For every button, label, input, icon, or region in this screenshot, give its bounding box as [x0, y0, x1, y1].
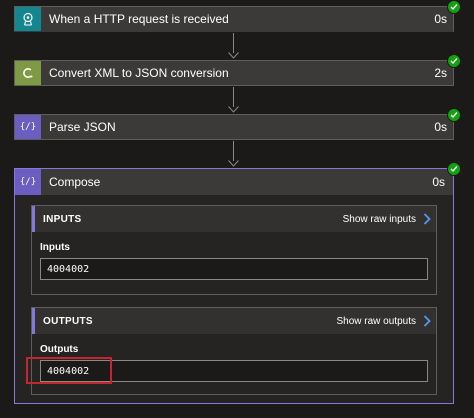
step-title: Convert XML to JSON conversion — [49, 66, 229, 80]
success-check-icon — [447, 108, 461, 122]
braces-icon: {/} — [15, 169, 41, 195]
braces-icon: {/} — [15, 115, 41, 139]
outputs-section: OUTPUTS Show raw outputs Outputs 4004002 — [31, 307, 437, 395]
step-title: Parse JSON — [49, 120, 116, 134]
success-check-icon — [447, 162, 461, 176]
step-title: Compose — [49, 175, 101, 189]
show-raw-outputs-label: Show raw outputs — [336, 315, 417, 327]
outputs-section-title: OUTPUTS — [43, 315, 93, 327]
step-convert-xml[interactable]: Convert XML to JSON conversion 2s — [14, 60, 454, 86]
outputs-value-field[interactable]: 4004002 — [40, 360, 428, 382]
show-raw-outputs-link[interactable]: Show raw outputs — [337, 315, 437, 327]
chevron-right-icon — [423, 315, 431, 327]
step-title: When a HTTP request is received — [49, 12, 229, 26]
show-raw-inputs-link[interactable]: Show raw inputs — [343, 213, 436, 225]
connector-line — [233, 87, 234, 107]
outputs-field-label: Outputs — [40, 344, 79, 355]
success-check-icon — [447, 0, 461, 14]
arrow-down-icon — [228, 52, 239, 59]
step-duration: 0s — [432, 175, 445, 189]
connector-line — [233, 141, 234, 161]
arrow-down-icon — [228, 106, 239, 113]
success-check-icon — [447, 54, 461, 68]
connector-line — [233, 33, 234, 53]
http-request-icon — [15, 7, 41, 31]
inputs-section-title: INPUTS — [43, 213, 82, 225]
arrow-down-icon — [228, 160, 239, 167]
compose-header[interactable]: {/} Compose 0s — [15, 169, 453, 195]
convert-icon — [15, 61, 41, 85]
step-http-trigger[interactable]: When a HTTP request is received 0s — [14, 6, 454, 32]
inputs-field-label: Inputs — [40, 242, 70, 253]
inputs-value-field[interactable]: 4004002 — [40, 258, 428, 280]
chevron-right-icon — [423, 213, 431, 225]
show-raw-inputs-label: Show raw inputs — [342, 213, 416, 225]
step-parse-json[interactable]: {/} Parse JSON 0s — [14, 114, 454, 140]
step-compose: {/} Compose 0s INPUTS Show raw inputs In… — [14, 168, 454, 404]
inputs-section: INPUTS Show raw inputs Inputs 4004002 — [31, 205, 437, 295]
inputs-section-header: INPUTS Show raw inputs — [32, 206, 436, 232]
outputs-section-header: OUTPUTS Show raw outputs — [32, 308, 436, 334]
